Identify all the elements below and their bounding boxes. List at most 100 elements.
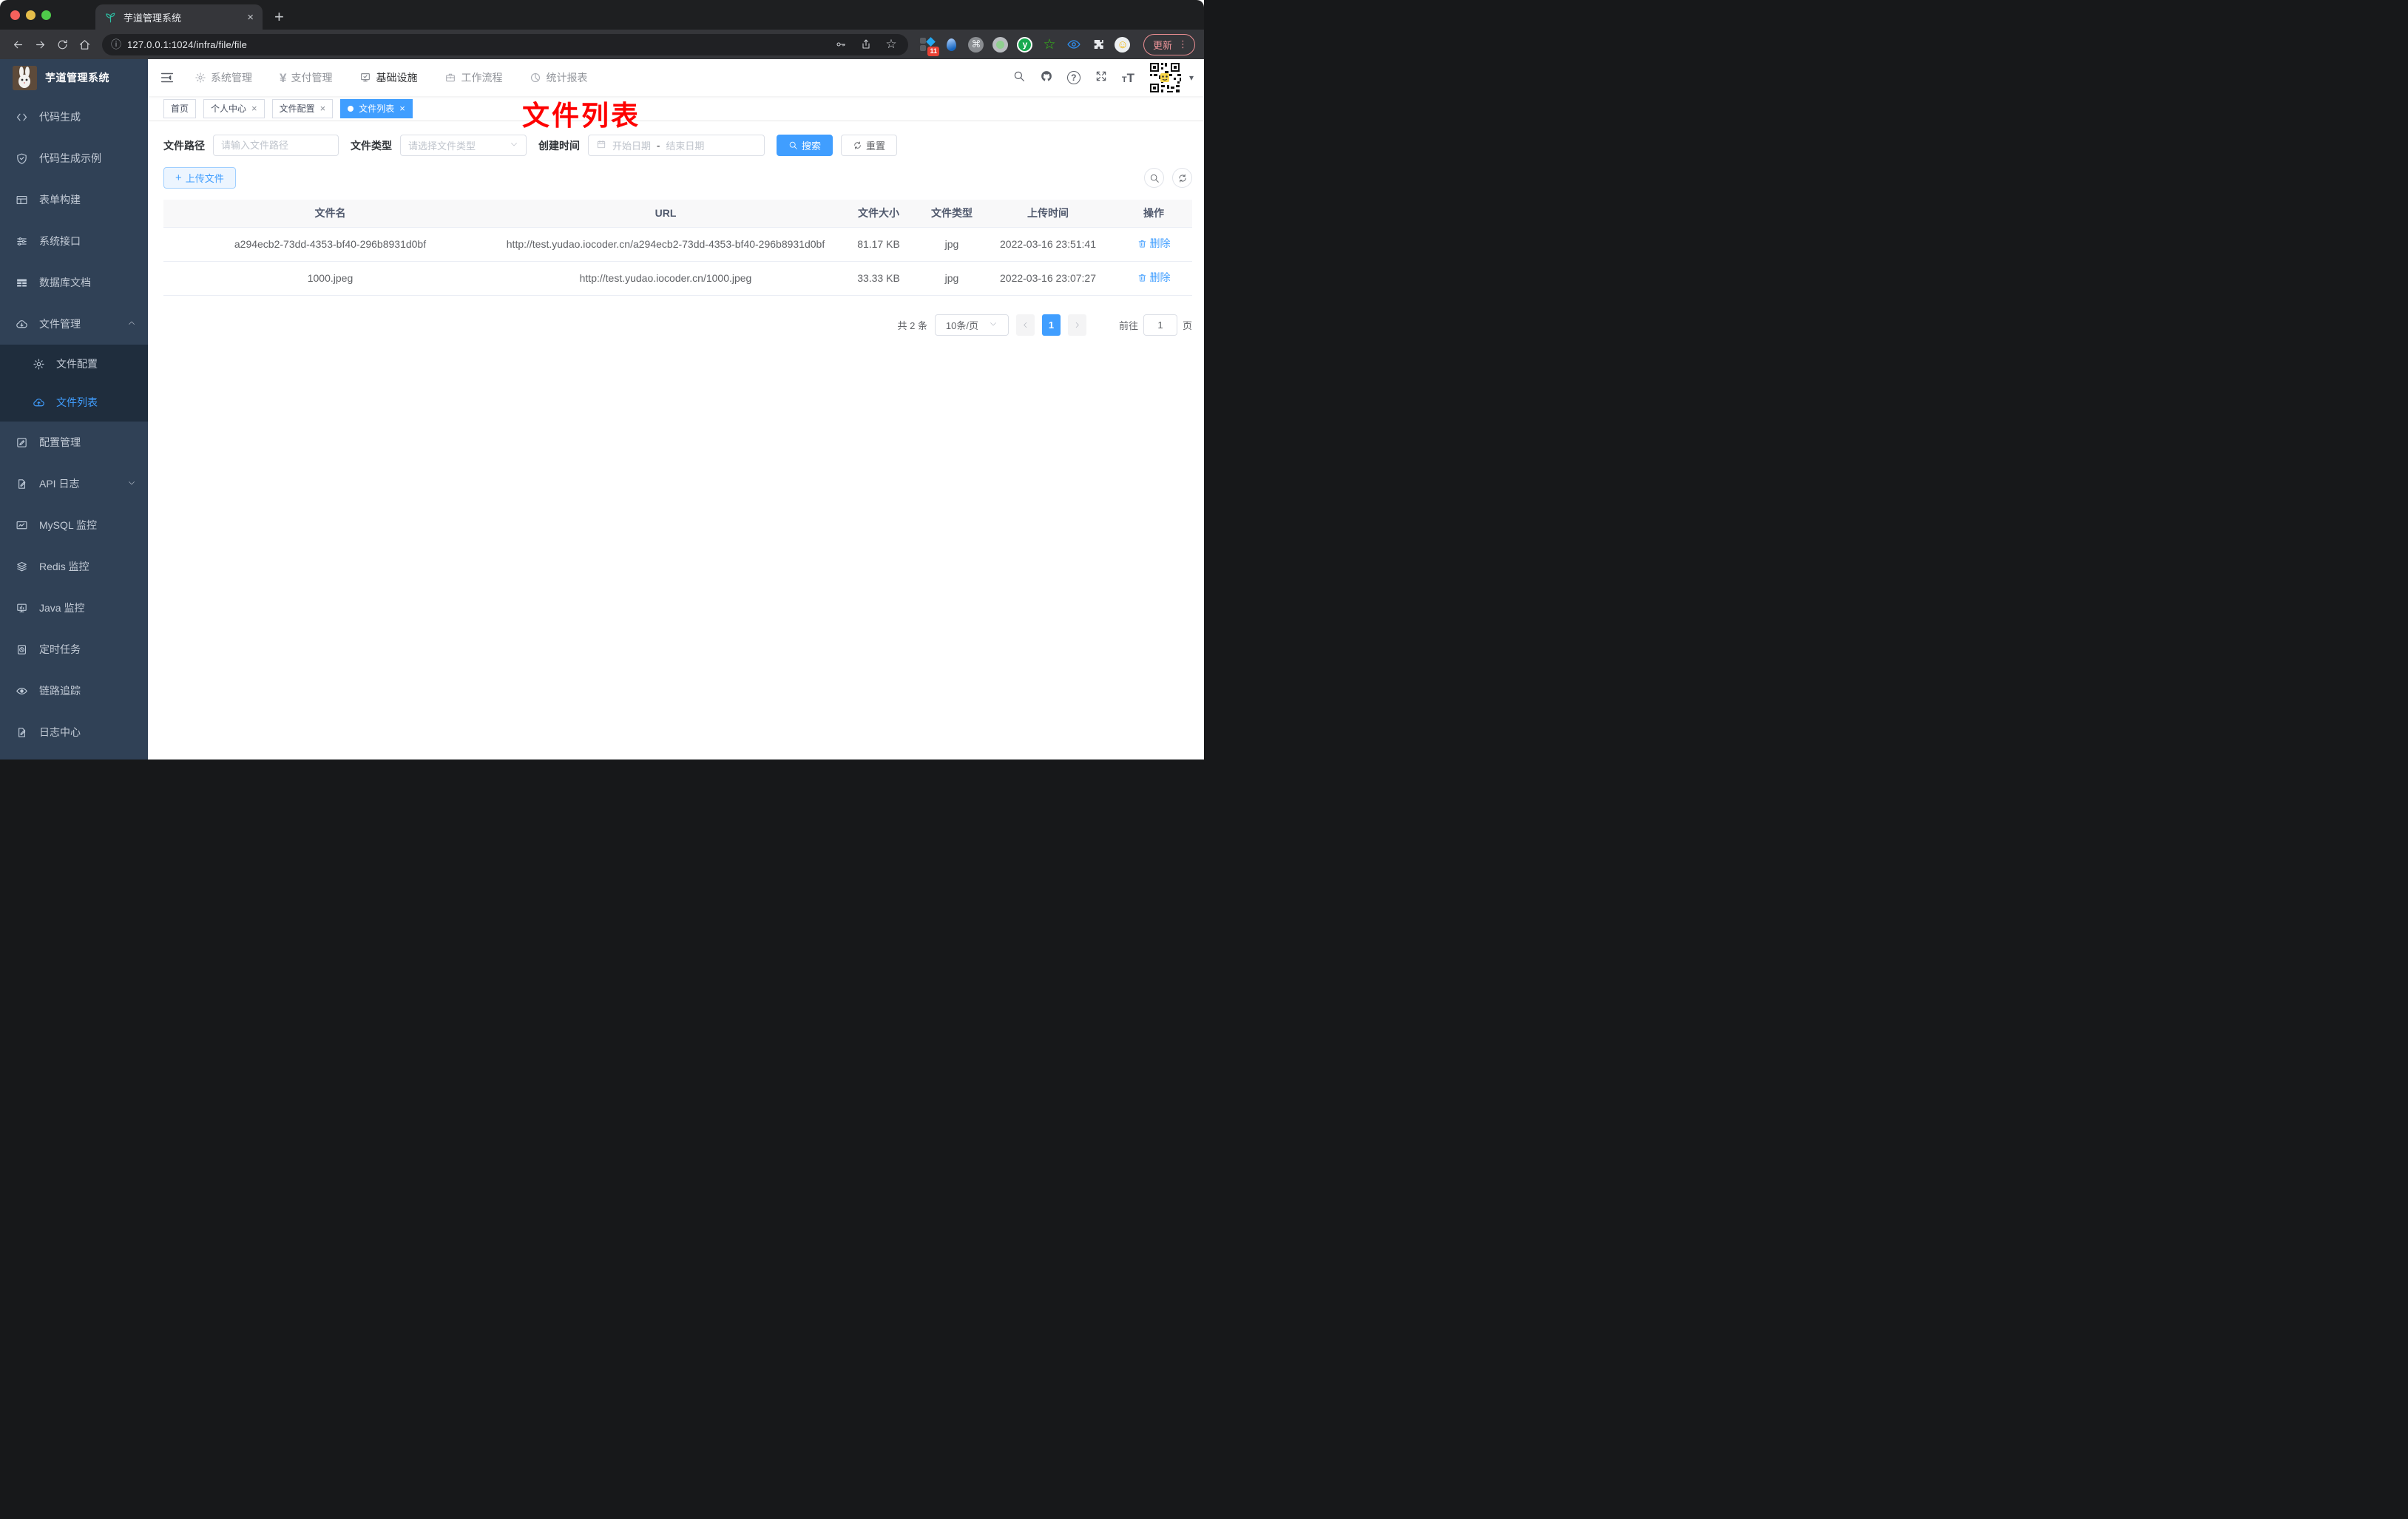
window-controls [0,0,60,30]
home-icon[interactable] [74,34,95,55]
chrome-update-button[interactable]: 更新 ⋮ [1143,33,1195,55]
search-icon[interactable] [1012,70,1026,87]
collapse-sidebar-icon[interactable] [159,70,175,86]
browser-tab[interactable]: 芋道管理系统 × [95,4,263,30]
sidebar-item-mysql-monitor[interactable]: MySQL 监控 [0,504,148,546]
file-type-select[interactable]: 请选择文件类型 [400,135,527,156]
timer-doc-icon [17,644,27,654]
top-menu-system[interactable]: 系统管理 [195,70,252,85]
sidebar-item-log-center[interactable]: 日志中心 [0,711,148,753]
browser-menu-icon[interactable]: ⋮ [1178,38,1188,50]
upload-file-button[interactable]: + 上传文件 [163,167,236,189]
url-text[interactable]: 127.0.0.1:1024/infra/file/file [127,39,825,50]
doc-edit-icon [18,727,26,737]
sidebar-item-system-api[interactable]: 系统接口 [0,220,148,262]
sidebar-item-code-demo[interactable]: 代码生成示例 [0,138,148,179]
extension-eye-icon[interactable] [1065,35,1083,53]
extension-balloon-icon[interactable] [943,35,961,53]
extension-gray-dot-icon[interactable] [992,35,1009,53]
top-menu-payment[interactable]: ¥ 支付管理 [280,70,332,85]
extensions-row: 11 ⌘ y ☆ ☺ 更新 ⋮ [919,33,1195,56]
page-size-select[interactable]: 10条/页 [934,314,1009,336]
start-date-placeholder[interactable]: 开始日期 [612,138,651,152]
col-file-name: 文件名 [163,200,497,228]
sidebar-item-config-manage[interactable]: 配置管理 [0,422,148,463]
delete-button[interactable]: 删除 [1137,269,1171,286]
github-icon[interactable] [1040,70,1053,87]
end-date-placeholder[interactable]: 结束日期 [666,138,704,152]
new-tab-button[interactable]: + [274,4,284,30]
sidebar-item-java-monitor[interactable]: Java 监控 [0,587,148,629]
cell-file-name: 1000.jpeg [163,261,497,296]
bookmark-star-icon[interactable]: ☆ [882,35,901,54]
sidebar-item-tracing[interactable]: 链路追踪 [0,670,148,711]
tag-file-config[interactable]: 文件配置 × [271,98,334,118]
refresh-table-button[interactable] [1172,168,1192,188]
edit-square-icon [17,437,27,447]
sidebar-item-db-doc[interactable]: 数据库文档 [0,262,148,303]
site-info-icon[interactable]: ⓘ [111,37,121,52]
sidebar-item-form-builder[interactable]: 表单构建 [0,179,148,220]
trash-icon [1138,274,1146,282]
delete-button[interactable]: 删除 [1137,235,1171,252]
url-bar[interactable]: ⓘ 127.0.0.1:1024/infra/file/file ☆ [102,33,908,55]
top-menu-workflow[interactable]: 工作流程 [444,70,502,85]
sidebar-item-file-list[interactable]: 文件列表 [0,383,148,422]
extensions-puzzle-icon[interactable] [1089,35,1107,53]
top-menu-infra[interactable]: 基础设施 [359,70,417,85]
font-size-icon[interactable]: TT [1122,72,1134,84]
reload-icon[interactable] [52,34,72,55]
goto-page-input[interactable] [1143,314,1177,336]
back-icon[interactable] [7,34,28,55]
tag-file-list[interactable]: 文件列表 × [340,98,413,118]
cell-file-type: jpg [923,261,981,296]
plus-icon: + [175,172,182,184]
active-tag-dot [348,105,354,112]
extension-tampermonkey-icon[interactable]: 11 [919,35,939,56]
extension-command-icon[interactable]: ⌘ [967,35,985,53]
sidebar-logo-row[interactable]: 芋道管理系统 [0,59,148,96]
browser-toolbar: ⓘ 127.0.0.1:1024/infra/file/file ☆ 11 ⌘ … [0,30,1204,59]
tab-close-icon[interactable]: × [247,12,254,23]
search-button[interactable]: 搜索 [777,135,833,156]
user-avatar-qr[interactable] [1148,61,1181,94]
prev-page-button[interactable] [1015,314,1035,336]
cell-file-size: 33.33 KB [834,261,923,296]
toggle-search-button[interactable] [1144,168,1164,188]
tab-title: 芋道管理系统 [124,12,182,24]
tag-home[interactable]: 首页 [163,98,197,118]
cell-upload-time: 2022-03-16 23:07:27 [981,261,1115,296]
help-icon[interactable]: ? [1066,71,1080,84]
refresh-icon [1178,174,1186,182]
maximize-window-button[interactable] [41,10,51,20]
sidebar-item-redis-monitor[interactable]: Redis 监控 [0,546,148,587]
minimize-window-button[interactable] [26,10,35,20]
extension-star-icon[interactable]: ☆ [1041,35,1058,53]
reset-button[interactable]: 重置 [841,135,898,156]
sidebar-item-file-config[interactable]: 文件配置 [0,345,148,383]
sidebar-item-code-gen[interactable]: 代码生成 [0,96,148,138]
fullscreen-icon[interactable] [1095,70,1108,87]
close-window-button[interactable] [10,10,20,20]
profile-avatar-icon[interactable]: ☺ [1114,35,1132,53]
navbar-right: ? TT ▾ [1012,61,1194,94]
tag-profile[interactable]: 个人中心 × [203,98,265,118]
date-range-picker[interactable]: 开始日期 - 结束日期 [588,135,765,156]
next-page-button[interactable] [1067,314,1086,336]
close-icon[interactable]: × [399,104,405,113]
database-table-icon [17,279,27,286]
forward-icon[interactable] [30,34,50,55]
sidebar-item-scheduled-jobs[interactable]: 定时任务 [0,629,148,670]
avatar-caret-icon[interactable]: ▾ [1189,72,1194,83]
share-icon[interactable] [856,35,876,54]
password-key-icon[interactable] [831,35,850,54]
sidebar-item-api-log[interactable]: API 日志 [0,463,148,504]
extension-y-icon[interactable]: y [1016,35,1034,53]
close-icon[interactable]: × [251,104,257,113]
file-path-input[interactable] [221,140,331,151]
top-menu-report[interactable]: 统计报表 [530,70,587,85]
col-upload-time: 上传时间 [981,200,1115,228]
close-icon[interactable]: × [320,104,326,113]
page-number-button[interactable]: 1 [1041,314,1061,336]
sidebar-item-file-manage[interactable]: 文件管理 [0,303,148,345]
